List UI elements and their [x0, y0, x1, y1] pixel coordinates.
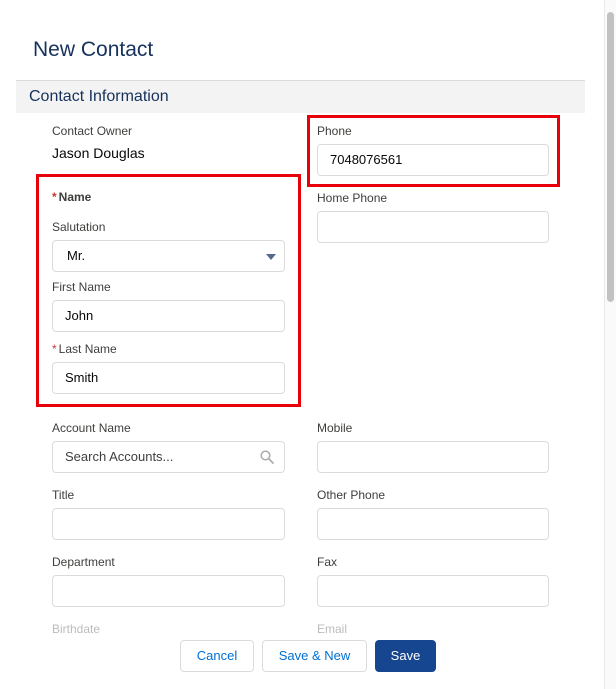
other-phone-input[interactable] [317, 508, 549, 540]
section-header[interactable]: Contact Information [16, 80, 585, 113]
modal-footer: Cancel Save & New Save [0, 628, 606, 689]
modal-title: New Contact [33, 38, 154, 61]
account-search-placeholder: Search Accounts... [65, 449, 174, 464]
save-and-new-button[interactable]: Save & New [262, 640, 367, 672]
scrollbar[interactable] [604, 0, 616, 689]
fax-input[interactable] [317, 575, 549, 607]
new-contact-modal: New Contact Contact Information Contact … [0, 0, 616, 689]
contact-owner-value: Jason Douglas [52, 145, 145, 161]
fax-label: Fax [317, 555, 338, 569]
home-phone-input[interactable] [317, 211, 549, 243]
title-label: Title [52, 488, 75, 502]
scrollbar-thumb[interactable] [607, 12, 614, 302]
save-button[interactable]: Save [375, 640, 436, 672]
phone-highlight-box [307, 115, 560, 187]
cancel-button[interactable]: Cancel [180, 640, 254, 672]
other-phone-label: Other Phone [317, 488, 386, 502]
department-input[interactable] [52, 575, 285, 607]
search-icon[interactable] [260, 450, 274, 464]
mobile-label: Mobile [317, 421, 353, 435]
contact-owner-label: Contact Owner [52, 124, 133, 138]
section-title: Contact Information [29, 88, 169, 105]
account-search-input[interactable]: Search Accounts... [52, 441, 285, 473]
home-phone-label: Home Phone [317, 191, 388, 205]
account-name-label: Account Name [52, 421, 131, 435]
mobile-input[interactable] [317, 441, 549, 473]
name-highlight-box [36, 174, 301, 407]
department-label: Department [52, 555, 115, 569]
title-input[interactable] [52, 508, 285, 540]
